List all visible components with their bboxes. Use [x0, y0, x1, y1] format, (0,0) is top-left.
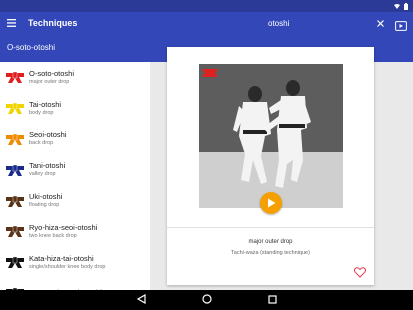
technique-list-item[interactable]: Tani-otoshi valley drop	[0, 154, 150, 185]
belt-icon	[6, 133, 24, 145]
play-button[interactable]	[260, 192, 282, 214]
technique-description: body drop	[29, 109, 54, 116]
technique-list-item[interactable]: Seoi-otoshi back drop	[0, 124, 150, 155]
technique-category: Tachi-waza (standing technique)	[231, 250, 310, 256]
belt-icon	[6, 195, 24, 207]
technique-list-item[interactable]: Uki-otoshi floating drop	[0, 185, 150, 216]
judo-figures-image	[202, 69, 311, 188]
video-icon[interactable]	[395, 18, 407, 31]
technique-list-item[interactable]: Ryo-hiza-seoi-otoshi two knee back drop	[0, 216, 150, 247]
belt-icon	[6, 226, 24, 238]
home-icon[interactable]	[201, 291, 212, 309]
technique-description: valley drop	[29, 171, 56, 178]
belt-icon	[6, 164, 24, 176]
technique-meaning: major outer drop	[248, 239, 293, 245]
play-icon	[267, 198, 275, 208]
divider	[167, 227, 374, 228]
technique-name: Uki-otoshi	[29, 192, 63, 202]
technique-name: Tai-otoshi	[29, 99, 62, 109]
technique-name: Tani-otoshi	[29, 161, 66, 171]
app-toolbar: Techniques otoshi	[0, 12, 413, 34]
red-belt-emblem	[202, 69, 218, 77]
technique-detail-card: major outer drop Tachi-waza (standing te…	[167, 47, 374, 285]
technique-description: single/shoulder knee body drop	[29, 263, 106, 270]
favorite-heart-icon[interactable]	[353, 265, 367, 278]
technique-list-item[interactable]: Kata-sode-seoi-otoshi	[0, 278, 150, 290]
back-icon[interactable]	[136, 291, 146, 309]
technique-description: two knee back drop	[29, 232, 77, 239]
technique-description: floating drop	[29, 202, 60, 209]
technique-name: Ryo-hiza-seoi-otoshi	[29, 222, 98, 232]
belt-icon	[6, 256, 24, 269]
search-input[interactable]: otoshi	[268, 12, 289, 34]
technique-name: O-soto-otoshi	[29, 68, 75, 78]
technique-photo	[199, 64, 343, 208]
technique-list-item[interactable]: O-soto-otoshi major outer drop	[0, 62, 150, 93]
menu-icon[interactable]	[0, 19, 22, 27]
technique-list-item[interactable]: Tai-otoshi body drop	[0, 93, 150, 124]
close-icon[interactable]	[374, 17, 386, 29]
page-title: Techniques	[28, 18, 78, 28]
belt-icon	[6, 72, 24, 84]
technique-list: O-soto-otoshi major outer drop Tai-otoshi b…	[0, 62, 150, 290]
technique-list-item[interactable]: Kata-hiza-tai-otoshi single/shoulder knee…	[0, 247, 150, 278]
technique-description: back drop	[29, 140, 54, 147]
status-bar	[0, 0, 413, 12]
technique-description: major outer drop	[29, 78, 70, 85]
wifi-icon	[394, 3, 400, 9]
recents-icon[interactable]	[267, 291, 277, 309]
belt-icon	[6, 102, 24, 115]
technique-name: Seoi-otoshi	[29, 130, 67, 140]
system-nav-bar	[0, 290, 413, 310]
battery-icon	[403, 3, 409, 10]
technique-name: Kata-hiza-tai-otoshi	[29, 253, 94, 263]
